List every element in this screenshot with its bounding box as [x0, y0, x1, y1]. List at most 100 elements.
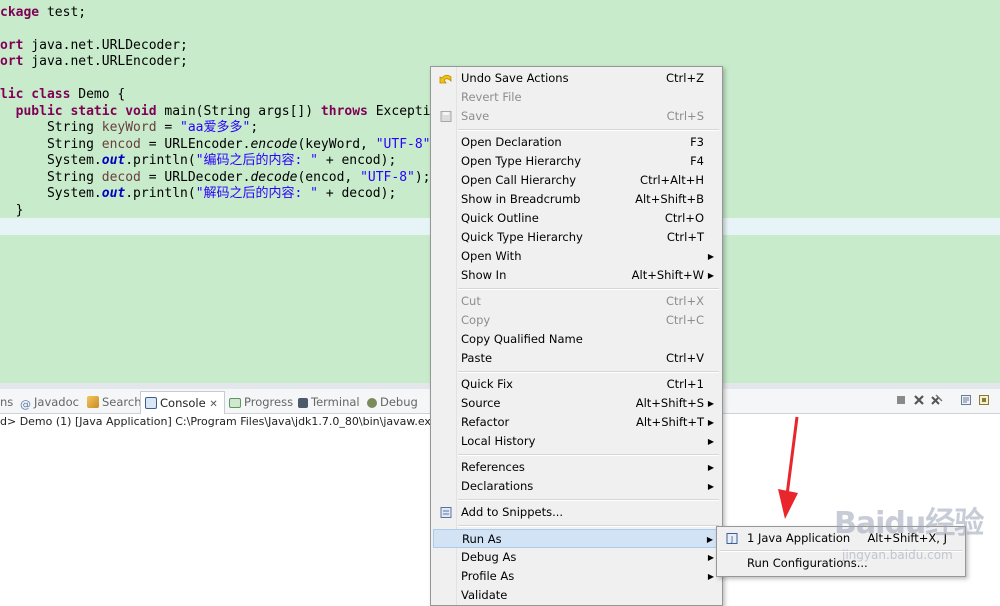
menu-item-references[interactable]: References ▶ — [433, 458, 720, 477]
menu-item-refactor[interactable]: Refactor Alt+Shift+T ▶ — [433, 413, 720, 432]
snippets-icon — [440, 507, 452, 518]
context-menu: Undo Save Actions Ctrl+Z Revert File Save… — [430, 66, 723, 606]
tab-terminal[interactable]: Terminal — [298, 393, 360, 411]
terminal-icon — [298, 398, 308, 408]
method-call: encode — [250, 137, 298, 152]
tab-javadoc[interactable]: @ Javadoc — [20, 393, 79, 411]
menu-item-add-to-snippets[interactable]: Add to Snippets... — [433, 503, 720, 522]
variable: keyWord — [101, 120, 157, 135]
submenu-arrow-icon: ▶ — [706, 535, 713, 544]
variable: decod — [101, 170, 141, 185]
string-literal: "UTF-8" — [375, 137, 431, 152]
code-text: java.net.URLEncoder; — [23, 54, 188, 69]
menu-item-copy[interactable]: Copy Ctrl+C — [433, 311, 720, 330]
close-icon[interactable]: ✕ — [209, 399, 217, 410]
submenu-arrow-icon: ▶ — [707, 553, 714, 562]
submenu-arrow-icon: ▶ — [707, 572, 714, 581]
menu-item-run-as[interactable]: Run As ▶ — [433, 529, 720, 548]
baidu-watermark: Baidu经验 jingyan.baidu.com — [820, 498, 1000, 578]
tab-search[interactable]: Search — [87, 393, 142, 411]
code-line-10: System.out.println("编码之后的内容: " + encod); — [0, 153, 397, 168]
menu-item-show-in[interactable]: Show In Alt+Shift+W ▶ — [433, 266, 720, 285]
variable: encod — [101, 137, 141, 152]
tab-console[interactable]: Console ✕ — [140, 391, 225, 414]
keyword: public static void — [15, 104, 157, 119]
undo-icon — [439, 74, 452, 84]
code-line-3: ort java.net.URLDecoder; — [0, 38, 188, 54]
java-application-icon: J — [726, 533, 738, 544]
keyword: ort — [0, 54, 24, 69]
menu-item-save[interactable]: Save Ctrl+S — [433, 107, 720, 126]
menu-item-local-history[interactable]: Local History ▶ — [433, 432, 720, 451]
static-field: out — [101, 186, 126, 201]
debug-icon — [367, 398, 377, 408]
menu-separator — [458, 288, 719, 290]
menu-item-open-call-hierarchy[interactable]: Open Call Hierarchy Ctrl+Alt+H — [433, 171, 720, 190]
code-line-4: ort java.net.URLEncoder; — [0, 54, 188, 70]
menu-item-revert-file[interactable]: Revert File — [433, 88, 720, 107]
annotation-arrow — [778, 416, 799, 519]
remove-launch-icon[interactable] — [913, 394, 925, 406]
submenu-arrow-icon: ▶ — [707, 437, 714, 446]
menu-item-open-type-hierarchy[interactable]: Open Type Hierarchy F4 — [433, 152, 720, 171]
watermark-logo: Baidu经验 — [834, 506, 984, 541]
menu-item-cut[interactable]: Cut Ctrl+X — [433, 292, 720, 311]
remove-all-icon[interactable] — [931, 394, 943, 406]
keyword: ort — [0, 38, 24, 53]
string-literal: "编码之后的内容: " — [195, 153, 318, 168]
code-line-11: String decod = URLDecoder.decode(encod, … — [0, 170, 431, 185]
menu-item-validate[interactable]: Validate — [433, 586, 720, 605]
code-line-7: public static void main(String args[]) t… — [0, 104, 439, 120]
progress-icon — [229, 398, 241, 408]
menu-item-profile-as[interactable]: Profile As ▶ — [433, 567, 720, 586]
menu-item-open-declaration[interactable]: Open Declaration F3 — [433, 133, 720, 152]
menu-item-quick-type-hierarchy[interactable]: Quick Type Hierarchy Ctrl+T — [433, 228, 720, 247]
menu-item-source[interactable]: Source Alt+Shift+S ▶ — [433, 394, 720, 413]
method-call: decode — [250, 170, 298, 185]
menu-separator — [458, 129, 719, 131]
menu-item-debug-as[interactable]: Debug As ▶ — [433, 548, 720, 567]
menu-separator — [458, 454, 719, 456]
menu-item-quick-fix[interactable]: Quick Fix Ctrl+1 — [433, 375, 720, 394]
static-field: out — [101, 153, 126, 168]
code-line-13: } — [0, 203, 24, 218]
code-text: main(String args[]) — [156, 104, 321, 119]
menu-item-show-in-breadcrumb[interactable]: Show in Breadcrumb Alt+Shift+B — [433, 190, 720, 209]
tab-problems[interactable]: ns — [0, 393, 13, 411]
string-literal: "UTF-8" — [360, 170, 415, 185]
menu-separator — [458, 525, 719, 527]
submenu-arrow-icon: ▶ — [707, 463, 714, 472]
code-line-9: String encod = URLEncoder.encode(keyWord… — [0, 137, 446, 152]
code-line-1: ckage test; — [0, 5, 86, 21]
string-literal: "aa爱多多" — [180, 120, 251, 135]
menu-separator — [458, 499, 719, 501]
svg-text:J: J — [730, 535, 733, 544]
submenu-arrow-icon: ▶ — [707, 482, 714, 491]
menu-item-quick-outline[interactable]: Quick Outline Ctrl+O — [433, 209, 720, 228]
keyword: lic class — [0, 87, 71, 102]
console-launch-description: d> Demo (1) [Java Application] C:\Progra… — [0, 415, 432, 428]
code-text: java.net.URLDecoder; — [23, 38, 188, 53]
menu-item-declarations[interactable]: Declarations ▶ — [433, 477, 720, 496]
console-icon — [145, 397, 157, 409]
code-line-6: lic class Demo { — [0, 87, 125, 103]
terminate-icon[interactable] — [895, 394, 907, 406]
string-literal: "解码之后的内容: " — [195, 186, 318, 201]
tab-debug[interactable]: Debug — [367, 393, 418, 411]
menu-item-copy-qualified-name[interactable]: Copy Qualified Name — [433, 330, 720, 349]
submenu-arrow-icon: ▶ — [707, 399, 714, 408]
javadoc-icon: @ — [20, 398, 31, 411]
code-line-8: String keyWord = "aa爱多多"; — [0, 120, 259, 135]
code-text: Exceptio — [367, 104, 439, 119]
search-icon — [87, 396, 99, 408]
menu-item-open-with[interactable]: Open With ▶ — [433, 247, 720, 266]
code-line-12: System.out.println("解码之后的内容: " + decod); — [0, 186, 397, 201]
menu-item-undo-save-actions[interactable]: Undo Save Actions Ctrl+Z — [433, 69, 720, 88]
scroll-lock-icon[interactable] — [978, 394, 990, 406]
keyword: throws — [320, 104, 368, 119]
menu-separator — [458, 371, 719, 373]
menu-item-paste[interactable]: Paste Ctrl+V — [433, 349, 720, 368]
tab-progress[interactable]: Progress — [229, 393, 293, 411]
clear-console-icon[interactable] — [960, 394, 972, 406]
keyword: ckage — [0, 5, 40, 20]
